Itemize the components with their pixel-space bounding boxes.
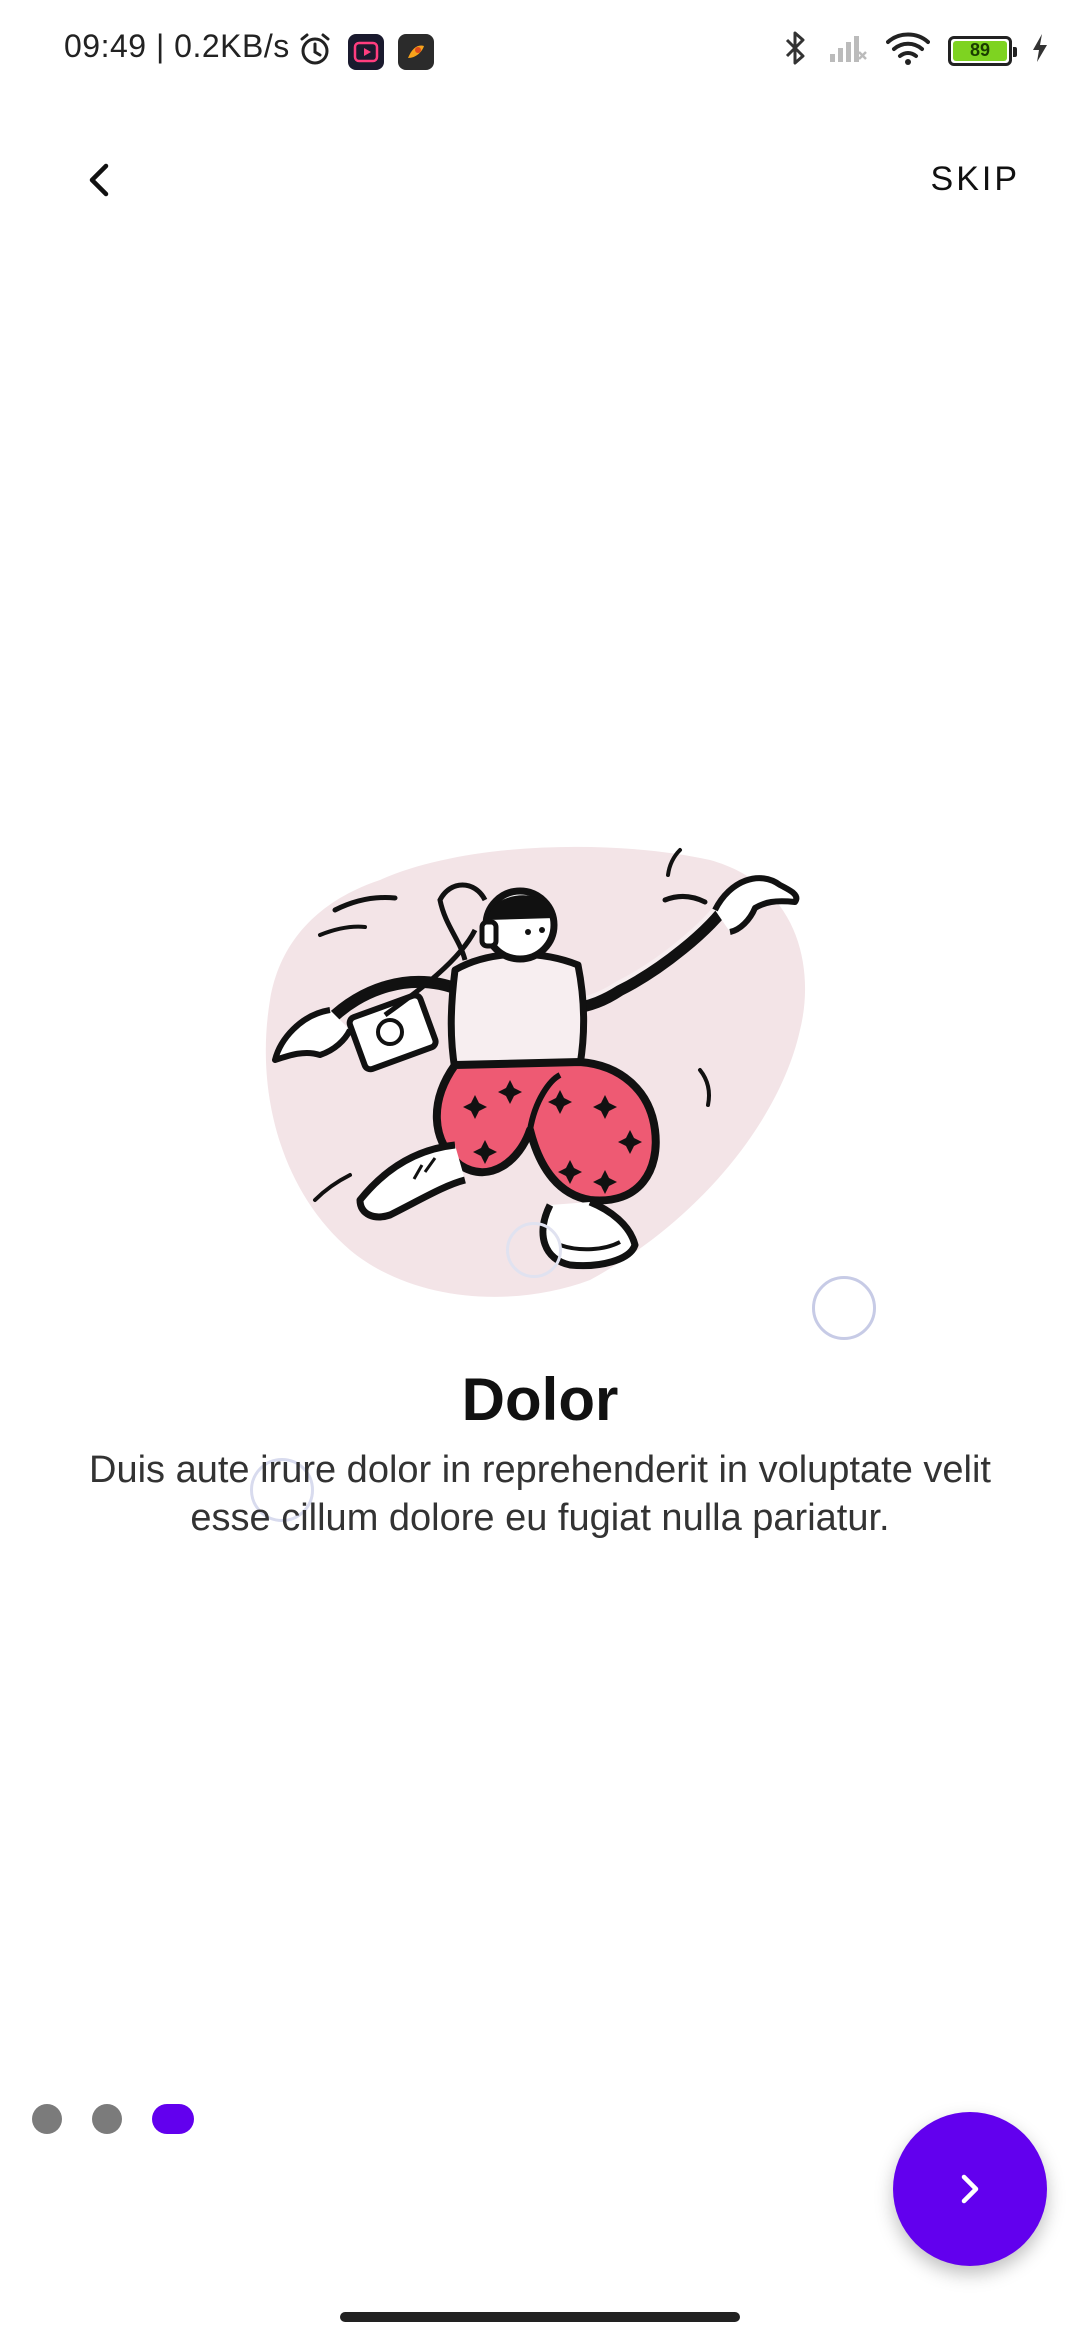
wifi-icon xyxy=(886,31,930,70)
chevron-left-icon xyxy=(89,163,109,197)
battery-icon: 89 xyxy=(948,35,1017,66)
bluetooth-icon xyxy=(780,30,810,71)
slide-title: Dolor xyxy=(461,1366,619,1433)
status-time: 09:49 | 0.2KB/s xyxy=(64,28,290,64)
game-app-icon xyxy=(398,33,434,70)
next-button[interactable] xyxy=(893,2112,1047,2266)
battery-level: 89 xyxy=(969,39,991,60)
touch-indicator xyxy=(812,1276,876,1340)
alarm-icon xyxy=(296,30,334,73)
slide-description: Duis aute irure dolor in reprehenderit i… xyxy=(89,1449,991,1539)
page-indicator xyxy=(32,2104,194,2134)
page-dot-3-active[interactable] xyxy=(152,2104,194,2134)
status-bar: 09:49 | 0.2KB/s 89 xyxy=(0,0,1080,100)
video-app-icon xyxy=(348,33,384,70)
skip-button[interactable]: SKIP xyxy=(931,160,1020,199)
back-button[interactable] xyxy=(60,140,140,220)
signal-icon xyxy=(828,32,868,69)
home-indicator[interactable] xyxy=(340,2312,740,2322)
status-right-icons: 89 xyxy=(780,30,1050,71)
chevron-right-icon xyxy=(961,2174,979,2204)
touch-indicator xyxy=(506,1222,562,1278)
page-dot-2[interactable] xyxy=(92,2104,122,2134)
charging-icon xyxy=(1030,32,1050,69)
status-left-icons xyxy=(296,30,434,73)
page-dot-1[interactable] xyxy=(32,2104,62,2134)
